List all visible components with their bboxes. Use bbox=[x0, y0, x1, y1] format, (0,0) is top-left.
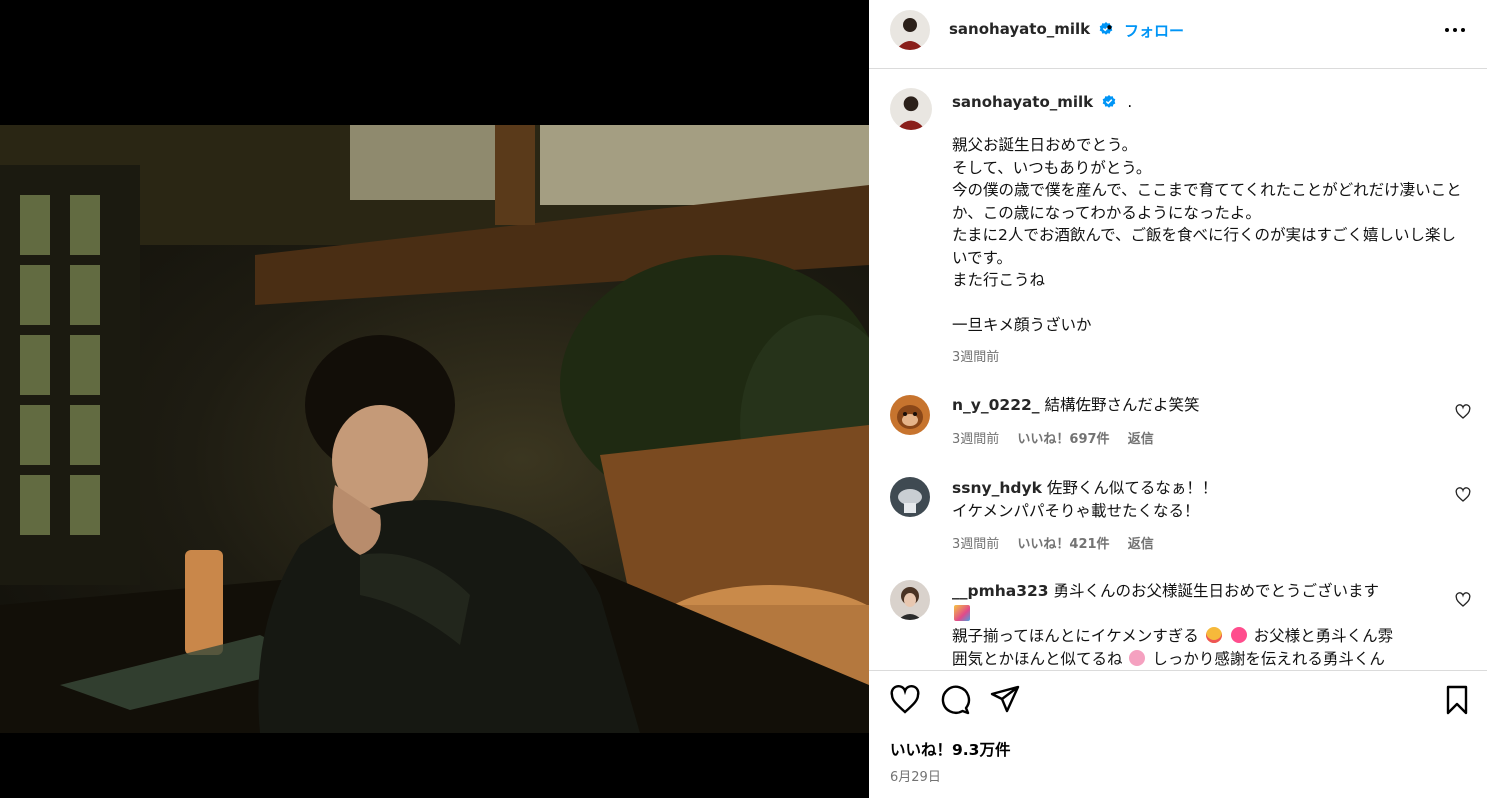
comment-text: n_y_0222_ 結構佐野さんだよ笑笑 bbox=[952, 394, 1442, 417]
post-photo[interactable] bbox=[0, 125, 869, 733]
comment-content: 親子揃ってほんとにイケメンすぎる bbox=[952, 627, 1199, 645]
comment-likes[interactable]: いいね！697件 bbox=[1017, 432, 1109, 447]
caption-username[interactable]: sanohayato_milk bbox=[952, 93, 1093, 111]
comment-heart-icon[interactable] bbox=[1455, 592, 1471, 608]
comment-username[interactable]: __pmha323 bbox=[952, 582, 1049, 600]
comment-likes[interactable]: いいね！421件 bbox=[1017, 537, 1109, 552]
comment-avatar[interactable] bbox=[890, 477, 930, 517]
likes-count[interactable]: いいね！9.3万件 bbox=[890, 738, 1010, 760]
caption-avatar[interactable] bbox=[890, 88, 932, 130]
party-popper-icon bbox=[954, 604, 970, 621]
header-username[interactable]: sanohayato_milk bbox=[949, 20, 1113, 38]
comment-content: 勇斗くんのお父様誕生日おめでとうございます bbox=[1053, 582, 1380, 600]
post-date[interactable]: 6月29日 bbox=[890, 766, 941, 785]
separator-dot: • bbox=[1105, 19, 1114, 37]
comment-text: __pmha323 勇斗くんのお父様誕生日おめでとうございます 親子揃ってほんと… bbox=[952, 580, 1442, 670]
comment-text: ssny_hdyk 佐野くん似てるなぁ！！ イケメンパパそりゃ載せたくなる！ bbox=[952, 477, 1442, 522]
post-header: sanohayato_milk • フォロー bbox=[869, 0, 1487, 69]
post-actions-bar bbox=[869, 684, 1487, 724]
heart-icon[interactable] bbox=[889, 684, 921, 716]
comment-content: 囲気とかほんと似てるね bbox=[952, 649, 1123, 668]
two-hearts-icon bbox=[1230, 627, 1247, 643]
comment-time[interactable]: 3週間前 bbox=[952, 537, 999, 552]
reply-button[interactable]: 返信 bbox=[1128, 432, 1154, 447]
post-side-panel: sanohayato_milk • フォロー sanohayato_milk .… bbox=[869, 0, 1487, 798]
comment-content: 結構佐野さんだよ笑笑 bbox=[1044, 396, 1200, 414]
caption-header: sanohayato_milk . bbox=[952, 92, 1132, 111]
comment-content: しっかり感謝を伝えれる勇斗くん bbox=[1152, 649, 1385, 668]
follow-button[interactable]: フォロー bbox=[1124, 20, 1184, 41]
comment-username[interactable]: ssny_hdyk bbox=[952, 479, 1042, 497]
post-caption: 親父お誕生日おめでとう。 そして、いつもありがとう。 今の僕の歳で僕を産んで、こ… bbox=[952, 136, 1462, 334]
comment-avatar[interactable] bbox=[890, 580, 930, 620]
comment-content: お父様と勇斗くん雰 bbox=[1253, 627, 1394, 645]
comment-heart-icon[interactable] bbox=[1455, 404, 1471, 420]
comment-meta: 3週間前 いいね！421件 返信 bbox=[952, 533, 1168, 552]
heart-eyes-icon bbox=[1129, 649, 1146, 666]
comment-meta: 3週間前 いいね！697件 返信 bbox=[952, 428, 1168, 447]
verified-badge-icon bbox=[1102, 95, 1116, 108]
more-options-icon[interactable] bbox=[1443, 20, 1467, 40]
comment-time[interactable]: 3週間前 bbox=[952, 432, 999, 447]
pleading-face-icon bbox=[1205, 627, 1222, 643]
post-media-pane bbox=[0, 0, 869, 798]
photo-image bbox=[0, 125, 869, 733]
username-text[interactable]: sanohayato_milk bbox=[949, 20, 1090, 38]
comment-username[interactable]: n_y_0222_ bbox=[952, 396, 1040, 414]
comment-heart-icon[interactable] bbox=[1455, 487, 1471, 503]
comment-avatar[interactable] bbox=[890, 395, 930, 435]
caption-timestamp[interactable]: 3週間前 bbox=[952, 346, 999, 365]
bookmark-icon[interactable] bbox=[1441, 684, 1473, 716]
avatar[interactable] bbox=[890, 10, 930, 50]
comment-icon[interactable] bbox=[939, 684, 971, 716]
reply-button[interactable]: 返信 bbox=[1128, 537, 1154, 552]
comments-scroll-area[interactable]: sanohayato_milk . 親父お誕生日おめでとう。 そして、いつもあり… bbox=[869, 70, 1487, 671]
caption-suffix: . bbox=[1127, 93, 1133, 111]
share-icon[interactable] bbox=[989, 684, 1021, 716]
